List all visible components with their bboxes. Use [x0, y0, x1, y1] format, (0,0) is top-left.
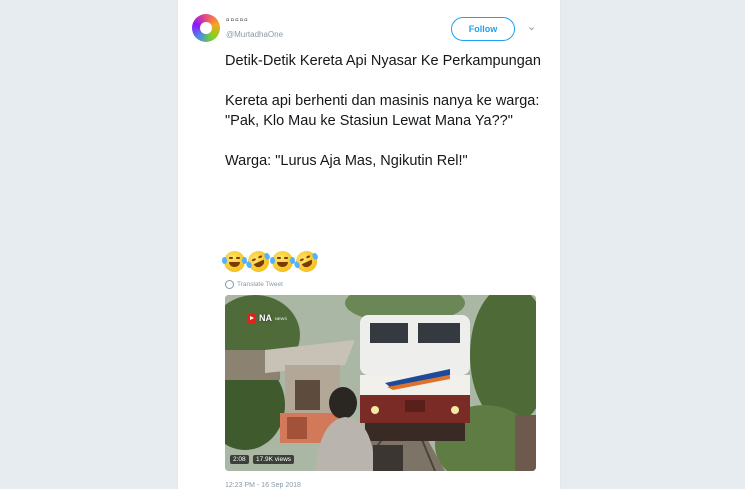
face-with-tears-of-joy-icon: [270, 251, 295, 272]
avatar[interactable]: [192, 14, 220, 42]
tweet-line: "Pak, Klo Mau ke Stasiun Lewat Mana Ya??…: [225, 113, 513, 129]
user-handle[interactable]: @MurtadhaOne: [226, 30, 283, 39]
channel-logo: NA NEWS: [247, 313, 287, 323]
tweet-timestamp[interactable]: 12:23 PM - 16 Sep 2018: [225, 482, 301, 489]
translate-tweet-link[interactable]: Translate Tweet: [225, 280, 283, 289]
rolling-on-the-floor-laughing-icon: [244, 247, 273, 276]
face-with-tears-of-joy-icon: [222, 251, 247, 272]
tweet-line: Detik-Detik Kereta Api Nyasar Ke Perkamp…: [225, 53, 541, 69]
rolling-on-the-floor-laughing-icon: [292, 247, 321, 276]
translate-label: Translate Tweet: [237, 281, 283, 288]
video-duration: 2:08: [230, 455, 249, 464]
emoji-row: [222, 247, 321, 276]
channel-logo-sub: NEWS: [275, 315, 287, 321]
globe-icon: [225, 280, 234, 289]
chevron-down-icon[interactable]: ⌄: [527, 20, 536, 33]
follow-button[interactable]: Follow: [451, 17, 515, 41]
tweet-line: Kereta api berhenti dan masinis nanya ke…: [225, 93, 540, 109]
video-player[interactable]: NA NEWS 2:08 17.9K views: [225, 295, 536, 471]
tweet-text: Detik-Detik Kereta Api Nyasar Ke Perkamp…: [225, 51, 545, 171]
tweet-line: Warga: "Lurus Aja Mas, Ngikutin Rel!": [225, 153, 468, 169]
display-name[interactable]: ▫▫▫▫▫: [226, 15, 249, 26]
play-icon: [247, 313, 256, 323]
tweet-card: ▫▫▫▫▫ @MurtadhaOne Follow ⌄ Detik-Detik …: [177, 0, 561, 489]
video-views: 17.9K views: [253, 455, 295, 464]
channel-logo-text: NA: [259, 313, 272, 323]
